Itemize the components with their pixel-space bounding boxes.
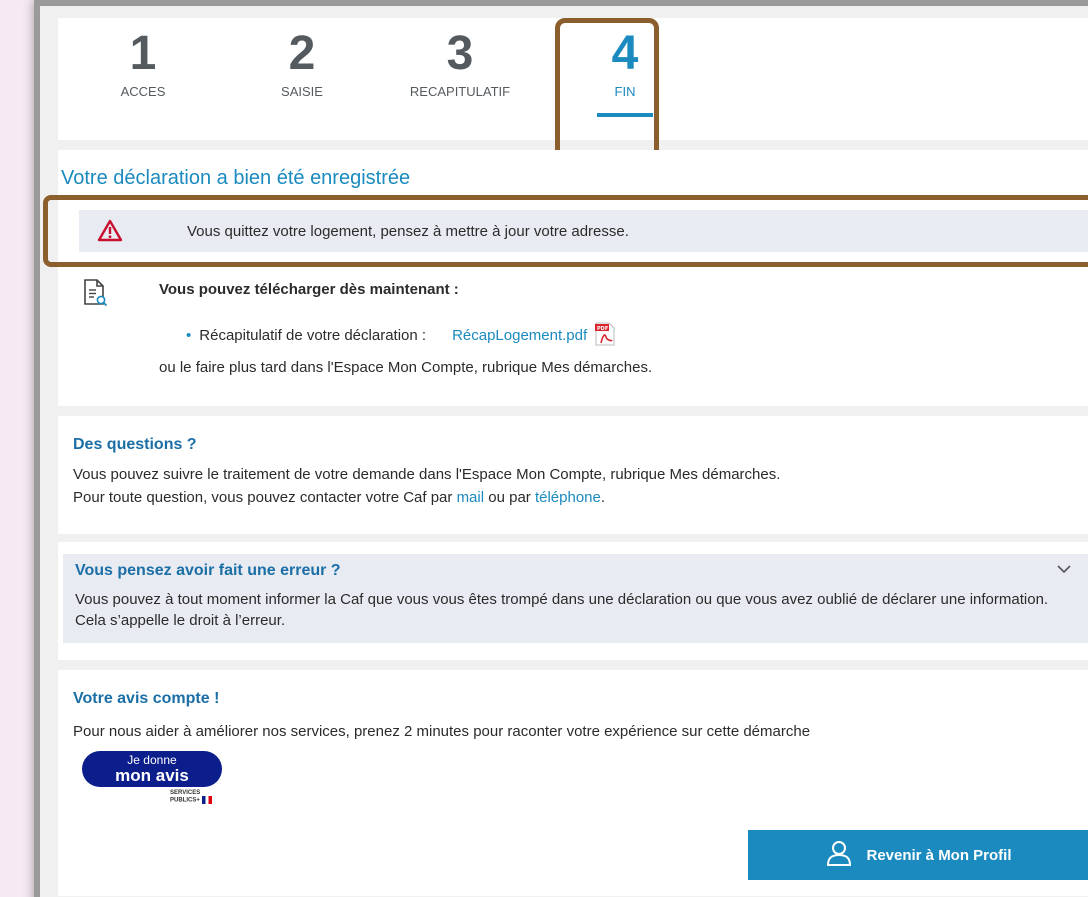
questions-section: Des questions ? Vous pouvez suivre le tr… (58, 416, 1088, 534)
step-label: ACCES (120, 84, 166, 99)
questions-line-2: Pour toute question, vous pouvez contact… (73, 489, 605, 506)
download-later-text: ou le faire plus tard dans l'Espace Mon … (159, 359, 653, 376)
recap-pdf-link[interactable]: RécapLogement.pdf (452, 327, 587, 344)
mail-link[interactable]: mail (457, 489, 485, 506)
back-to-profile-label: Revenir à Mon Profil (866, 846, 1012, 864)
step-label: RECAPITULATIF (409, 84, 511, 99)
pdf-icon[interactable]: PDF (593, 321, 617, 351)
step-recapitulatif: 3 RECAPITULATIF (390, 27, 530, 100)
questions-line-2-mid: ou par (484, 489, 535, 506)
alert-highlight-frame (43, 195, 1088, 267)
step-highlight-frame (555, 18, 659, 160)
logo-line-2: PUBLICS+ (170, 797, 200, 804)
step-number: 2 (288, 27, 316, 80)
step-number: 3 (446, 27, 474, 80)
step-number: 1 (129, 27, 157, 80)
bullet: • (186, 326, 192, 344)
questions-title: Des questions ? (73, 436, 197, 453)
give-opinion-button[interactable]: Je donne mon avis (82, 751, 222, 787)
back-to-profile-button[interactable]: Revenir à Mon Profil (748, 830, 1088, 880)
error-text: Vous pouvez à tout moment informer la Ca… (75, 591, 1049, 629)
chevron-down-icon[interactable] (1056, 562, 1072, 580)
step-saisie: 2 SAISIE (232, 27, 372, 100)
step-acces: 1 ACCES (73, 27, 213, 100)
download-title: Vous pouvez télécharger dès maintenant : (159, 281, 459, 298)
feedback-title: Votre avis compte ! (73, 690, 220, 707)
phone-link[interactable]: téléphone (535, 489, 601, 506)
services-publics-logo: SERVICES PUBLICS+ (170, 790, 212, 804)
questions-line-2-prefix: Pour toute question, vous pouvez contact… (73, 489, 457, 506)
user-icon (824, 838, 854, 872)
feedback-section: Votre avis compte ! Pour nous aider à am… (58, 670, 1088, 896)
give-opinion-line-2: mon avis (115, 766, 189, 785)
page-frame: 1 ACCES 2 SAISIE 3 RECAPITULATIF 4 FIN V… (34, 0, 1088, 897)
error-section: Vous pensez avoir fait une erreur ? Vous… (58, 542, 1088, 660)
questions-line-1: Vous pouvez suivre le traitement de votr… (73, 466, 781, 483)
confirmation-title: Votre déclaration a bien été enregistrée (61, 167, 411, 189)
download-item: • Récapitulatif de votre déclaration : Réc… (186, 321, 617, 351)
document-search-icon (82, 278, 108, 313)
svg-text:PDF: PDF (597, 326, 608, 332)
flag-icon (201, 796, 212, 804)
error-accordion[interactable]: Vous pensez avoir fait une erreur ? Vous… (63, 554, 1088, 643)
confirmation-section: Votre déclaration a bien été enregistrée… (43, 150, 1088, 406)
feedback-text: Pour nous aider à améliorer nos services… (73, 723, 811, 740)
questions-line-2-suffix: . (600, 489, 606, 506)
step-label: SAISIE (281, 84, 323, 99)
download-item-label: Récapitulatif de votre déclaration : (199, 326, 427, 344)
error-title: Vous pensez avoir fait une erreur ? (75, 562, 341, 579)
